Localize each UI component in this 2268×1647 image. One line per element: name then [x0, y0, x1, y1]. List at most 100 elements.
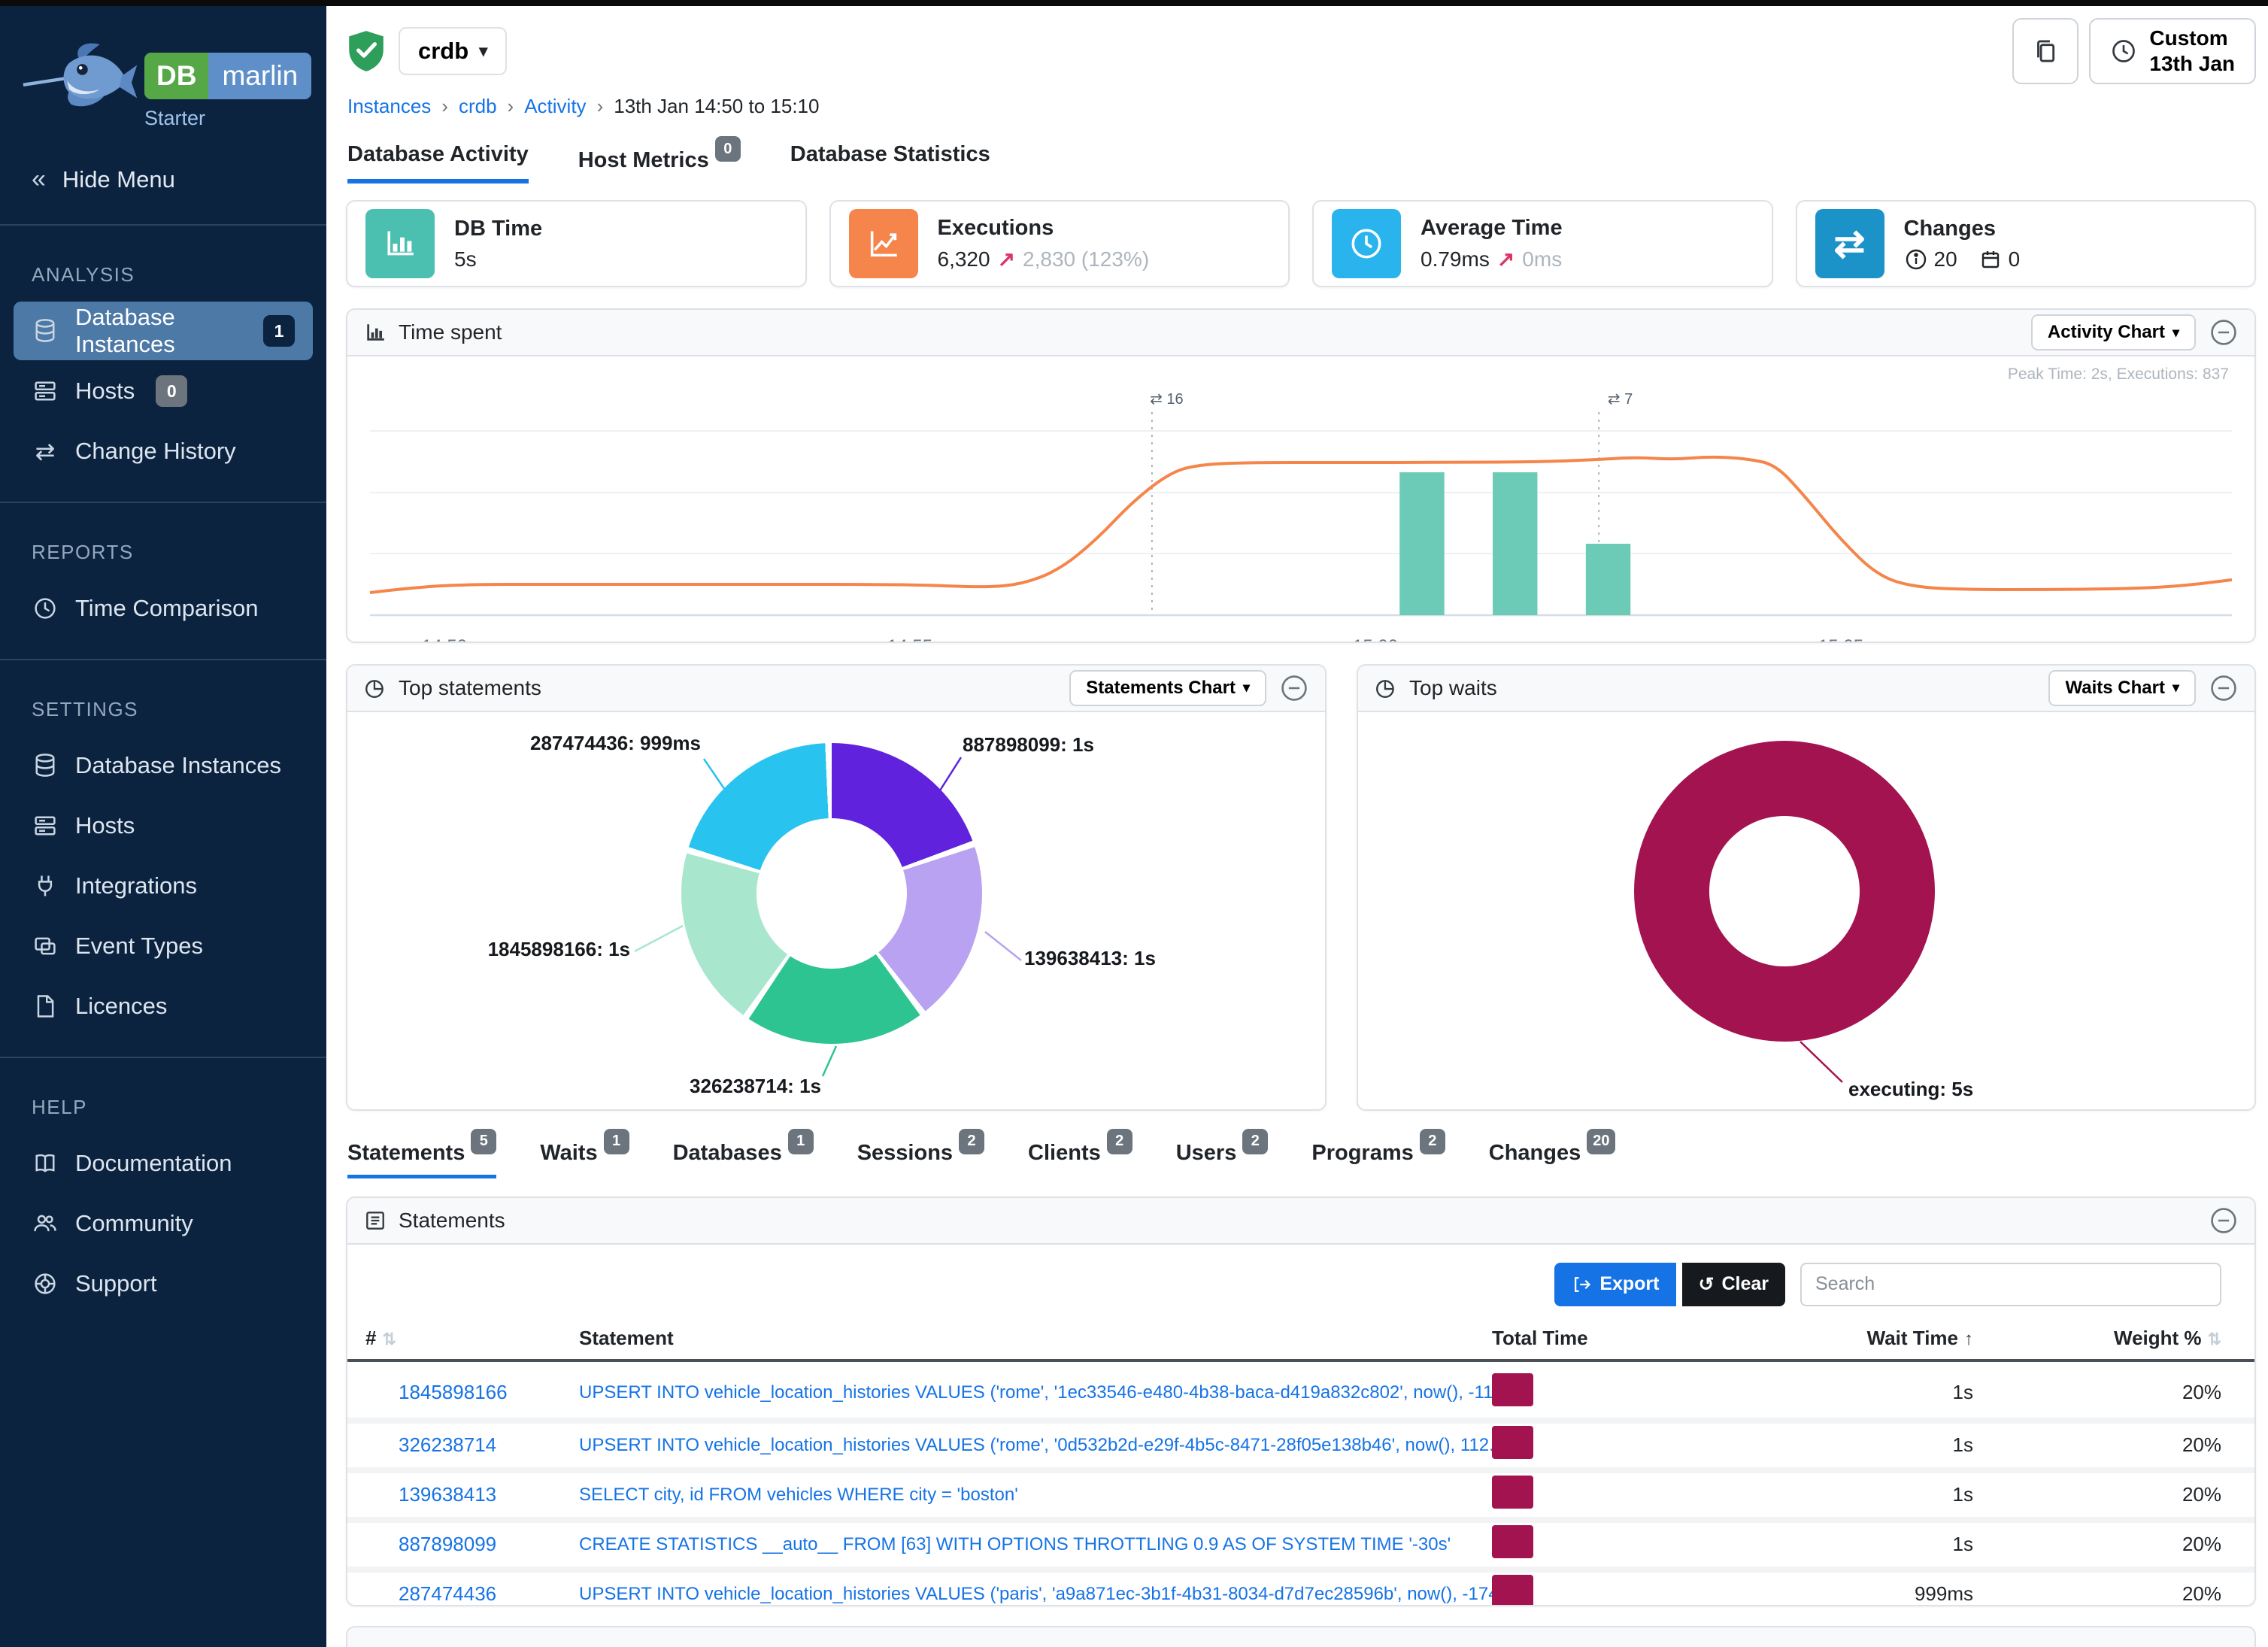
tab-waits[interactable]: Waits1: [540, 1135, 629, 1178]
change-marker-label[interactable]: ⇄ 16: [1150, 390, 1184, 408]
book-icon: [32, 1150, 59, 1177]
donut-slice-label[interactable]: executing: 5s: [1848, 1078, 1973, 1101]
statement-id-link[interactable]: 1845898166: [399, 1381, 579, 1404]
breadcrumb-separator: ›: [508, 95, 514, 118]
collapse-panel-icon[interactable]: [1280, 674, 1308, 702]
kpi-changes: ⇄ Changes 20 0: [1796, 200, 2257, 287]
collapse-panel-icon[interactable]: [2209, 674, 2238, 702]
sort-asc-icon: ↑: [1964, 1329, 1973, 1349]
main-area: crdb ▾ Custom: [326, 6, 2268, 1647]
statement-text-link[interactable]: SELECT city, id FROM vehicles WHERE city…: [579, 1485, 1492, 1506]
breadcrumb-instances[interactable]: Instances: [347, 95, 431, 118]
top-statements-panel: Top statements Statements Chart ▾ 887898…: [346, 664, 1327, 1111]
statement-text-link[interactable]: UPSERT INTO vehicle_location_histories V…: [579, 1382, 1492, 1403]
breadcrumb-crdb[interactable]: crdb: [459, 95, 497, 118]
col-statement[interactable]: Statement: [579, 1327, 1492, 1350]
table-row[interactable]: 326238714UPSERT INTO vehicle_location_hi…: [347, 1418, 2254, 1467]
statement-id-link[interactable]: 139638413: [399, 1483, 579, 1506]
tab-statements[interactable]: Statements5: [347, 1135, 496, 1178]
collapse-panel-icon[interactable]: [2209, 1206, 2238, 1235]
statement-id-link[interactable]: 887898099: [399, 1533, 579, 1556]
weight-cell: 20%: [1973, 1533, 2221, 1556]
tab-databases[interactable]: Databases1: [673, 1135, 814, 1178]
wait-time-cell: 999ms: [1620, 1582, 1973, 1606]
col-total-time[interactable]: Total Time: [1492, 1327, 1620, 1350]
calendar-icon: [1978, 247, 2003, 271]
brand-logo-box: DB marlin: [144, 53, 311, 99]
donut-slice-label[interactable]: 1845898166: 1s: [393, 938, 630, 961]
trend-up-icon: ↗: [998, 247, 1015, 271]
tab-label: Waits: [540, 1141, 597, 1165]
statement-text-link[interactable]: CREATE STATISTICS __auto__ FROM [63] WIT…: [579, 1534, 1492, 1555]
tab-clients[interactable]: Clients2: [1028, 1135, 1132, 1178]
copy-link-button[interactable]: [2012, 18, 2078, 84]
statement-text-link[interactable]: UPSERT INTO vehicle_location_histories V…: [579, 1584, 1492, 1605]
table-body: 1845898166UPSERT INTO vehicle_location_h…: [347, 1368, 2254, 1606]
donut-slice-label[interactable]: 139638413: 1s: [1024, 947, 1156, 970]
sidebar-item-database-instances[interactable]: Database Instances: [14, 736, 313, 795]
export-button[interactable]: Export: [1554, 1263, 1675, 1306]
statement-text-link[interactable]: UPSERT INTO vehicle_location_histories V…: [579, 1435, 1492, 1456]
sidebar: DB marlin Starter « Hide Menu ANALYSISDa…: [0, 6, 326, 1647]
waits-donut[interactable]: [1634, 741, 1935, 1042]
table-row[interactable]: 887898099CREATE STATISTICS __auto__ FROM…: [347, 1517, 2254, 1567]
sidebar-item-integrations[interactable]: Integrations: [14, 857, 313, 915]
waits-chart-mode-button[interactable]: Waits Chart ▾: [2048, 670, 2196, 706]
donut-slice-label[interactable]: 326238714: 1s: [596, 1075, 821, 1098]
kpi-title: DB Time: [454, 217, 542, 241]
sidebar-item-time-comparison[interactable]: Time Comparison: [14, 579, 313, 638]
hide-menu-button[interactable]: « Hide Menu: [0, 138, 326, 224]
weight-cell: 20%: [1973, 1483, 2221, 1506]
donut-slice-label[interactable]: 287474436: 999ms: [445, 732, 701, 755]
tab-host-metrics[interactable]: Host Metrics0: [578, 142, 741, 184]
tab-label: Clients: [1028, 1141, 1101, 1165]
clear-button[interactable]: ↺ Clear: [1682, 1263, 1786, 1306]
sidebar-item-event-types[interactable]: Event Types: [14, 917, 313, 975]
panel-title: Statements: [399, 1209, 505, 1233]
statements-donut-chart[interactable]: 887898099: 1s 139638413: 1s 326238714: 1s 1…: [347, 712, 1325, 1109]
weight-cell: 20%: [1973, 1582, 2221, 1606]
search-input[interactable]: [1800, 1263, 2221, 1306]
tab-users[interactable]: Users2: [1176, 1135, 1269, 1178]
sidebar-item-hosts[interactable]: Hosts0: [14, 362, 313, 420]
breadcrumb-activity[interactable]: Activity: [524, 95, 586, 118]
sidebar-item-support[interactable]: Support: [14, 1254, 313, 1313]
collapse-panel-icon[interactable]: [2209, 318, 2238, 347]
activity-chart[interactable]: Peak Time: 2s, Executions: 837 ⇄ 16⇄ 7 1…: [347, 356, 2254, 643]
time-range-button[interactable]: Custom 13th Jan: [2089, 18, 2256, 84]
count-badge: 2: [959, 1129, 984, 1154]
sidebar-item-documentation[interactable]: Documentation: [14, 1134, 313, 1193]
tab-changes[interactable]: Changes20: [1489, 1135, 1616, 1178]
section-title: ANALYSIS: [32, 263, 326, 287]
tab-programs[interactable]: Programs2: [1311, 1135, 1445, 1178]
change-marker-label[interactable]: ⇄ 7: [1608, 390, 1633, 408]
count-badge: 0: [156, 375, 187, 407]
sidebar-item-database-instances[interactable]: Database Instances1: [14, 302, 313, 360]
sidebar-item-community[interactable]: Community: [14, 1194, 313, 1253]
donut-slice-label[interactable]: 887898099: 1s: [963, 733, 1094, 757]
activity-chart-mode-button[interactable]: Activity Chart ▾: [2031, 314, 2196, 350]
sidebar-item-licences[interactable]: Licences: [14, 977, 313, 1036]
statements-donut[interactable]: [681, 743, 982, 1044]
col-id[interactable]: #⇅: [365, 1327, 399, 1350]
tab-database-activity[interactable]: Database Activity: [347, 142, 529, 184]
tab-label: Databases: [673, 1141, 782, 1165]
instance-selector[interactable]: crdb ▾: [399, 27, 507, 75]
statement-id-link[interactable]: 326238714: [399, 1433, 579, 1457]
sidebar-section-help: HELPDocumentationCommunitySupport: [0, 1058, 326, 1334]
tab-label: Sessions: [857, 1141, 953, 1165]
sidebar-item-change-history[interactable]: ⇄Change History: [14, 422, 313, 481]
col-weight[interactable]: Weight %⇅: [1973, 1327, 2221, 1350]
waits-donut-chart[interactable]: executing: 5s: [1358, 712, 2254, 1109]
kpi-average-time: Average Time 0.79ms ↗ 0ms: [1312, 200, 1773, 287]
tab-sessions[interactable]: Sessions2: [857, 1135, 984, 1178]
swap-arrows-icon: ⇄: [1815, 209, 1884, 278]
sidebar-item-hosts[interactable]: Hosts: [14, 796, 313, 855]
statements-chart-mode-button[interactable]: Statements Chart ▾: [1069, 670, 1266, 706]
table-row[interactable]: 287474436UPSERT INTO vehicle_location_hi…: [347, 1567, 2254, 1606]
table-row[interactable]: 139638413SELECT city, id FROM vehicles W…: [347, 1467, 2254, 1517]
tab-database-statistics[interactable]: Database Statistics: [790, 142, 990, 184]
table-row[interactable]: 1845898166UPSERT INTO vehicle_location_h…: [347, 1368, 2254, 1418]
col-wait-time[interactable]: Wait Time↑: [1620, 1327, 1973, 1350]
statement-id-link[interactable]: 287474436: [399, 1582, 579, 1606]
